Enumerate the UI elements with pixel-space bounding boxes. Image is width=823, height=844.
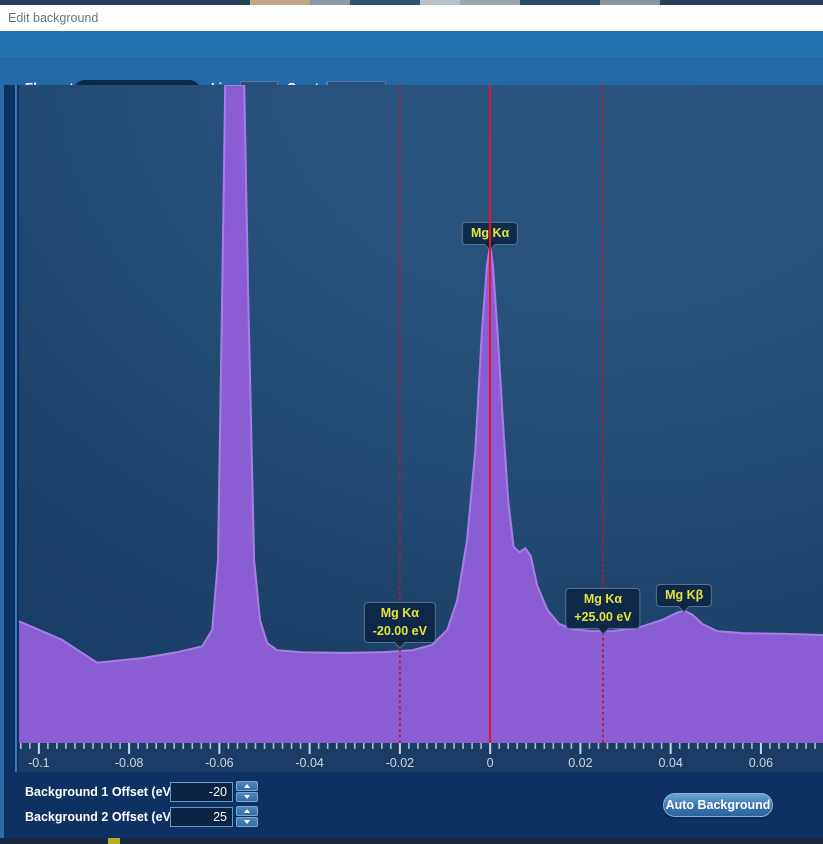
spectrum-svg: -0.1 -0.08 -0.06 -0.04 -0.02 0 0.02 0.04 0.06	[19, 85, 823, 772]
svg-text:-0.02: -0.02	[386, 756, 415, 770]
dialog-title-bar: Edit background	[0, 5, 823, 31]
bg1-offset-stepper	[236, 781, 258, 802]
dialog-title: Edit background	[8, 5, 98, 31]
toolbar: Element Magnesium Line Kα Crystal TAP	[0, 31, 823, 85]
arrow-down-icon	[244, 795, 250, 799]
auto-background-button[interactable]: Auto Background	[663, 793, 773, 817]
window-left-border	[0, 85, 4, 838]
spectrum-chart: -0.1-0.08-0.06-0.04-0.0200.020.040.06 Mg…	[15, 85, 823, 772]
bg2-offset-input[interactable]	[170, 807, 233, 827]
svg-text:0: 0	[487, 756, 494, 770]
svg-text:-0.04: -0.04	[295, 756, 324, 770]
bg2-step-down-button[interactable]	[236, 817, 258, 827]
arrow-down-icon	[244, 820, 250, 824]
svg-text:0.02: 0.02	[568, 756, 592, 770]
svg-text:-0.1: -0.1	[28, 756, 50, 770]
bg2-offset-label: Background 2 Offset (eV)	[25, 807, 175, 827]
arrow-up-icon	[244, 809, 250, 813]
bg2-step-up-button[interactable]	[236, 806, 258, 816]
taskbar-sliver	[0, 838, 823, 844]
svg-text:0.06: 0.06	[749, 756, 773, 770]
bg1-offset-input[interactable]	[170, 782, 233, 802]
svg-text:-0.08: -0.08	[115, 756, 144, 770]
peak-position-line[interactable]	[489, 85, 492, 743]
taskbar-highlight	[108, 838, 120, 844]
svg-text:-0.06: -0.06	[205, 756, 234, 770]
svg-text:0.04: 0.04	[658, 756, 682, 770]
background-offset-panel: Background 1 Offset (eV) Background 2 Of…	[0, 772, 823, 838]
arrow-up-icon	[244, 784, 250, 788]
bg1-step-down-button[interactable]	[236, 792, 258, 802]
bg1-offset-label: Background 1 Offset (eV)	[25, 782, 175, 802]
bg1-step-up-button[interactable]	[236, 781, 258, 791]
bg2-offset-stepper	[236, 806, 258, 827]
